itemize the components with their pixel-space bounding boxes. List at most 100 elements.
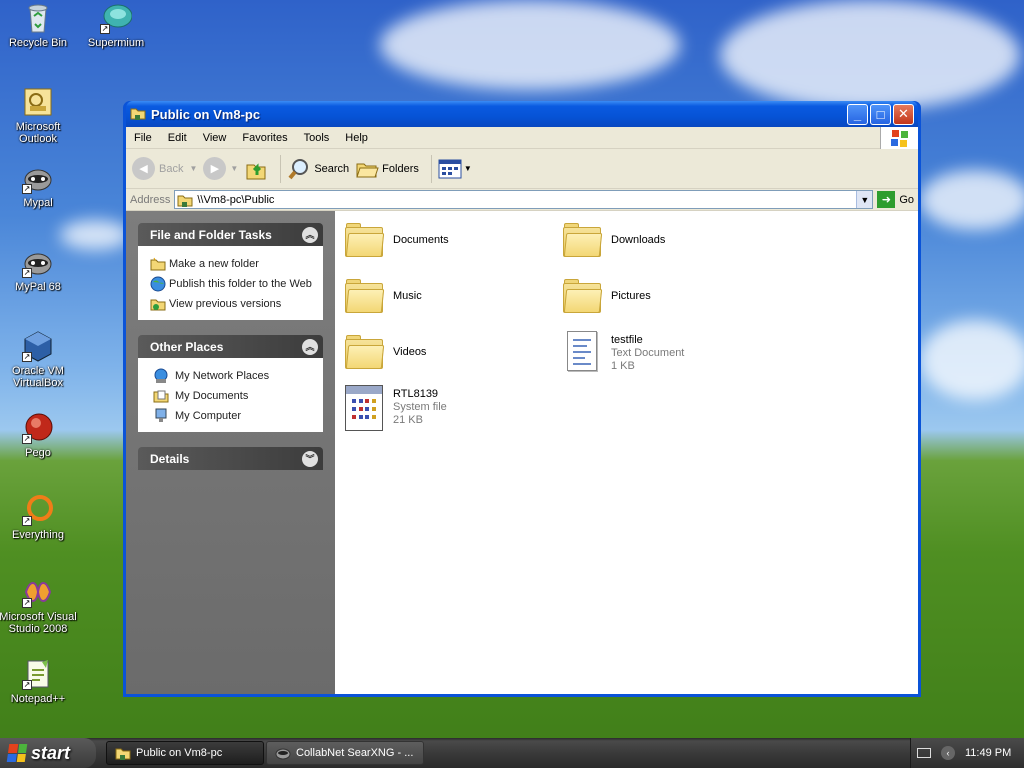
item-name: testfile xyxy=(611,334,643,346)
windows-logo-icon xyxy=(880,127,918,149)
other-places-header[interactable]: Other Places ︽ xyxy=(138,335,323,358)
back-arrow-icon: ◀ xyxy=(132,157,155,180)
task-view-previous-versions[interactable]: View previous versions xyxy=(150,294,313,314)
file-list: Documents Downloads Music Pictures Video… xyxy=(335,211,918,694)
folder-item-music[interactable]: Music xyxy=(345,279,422,315)
item-size: 21 KB xyxy=(393,414,423,426)
network-places-icon xyxy=(154,368,168,383)
start-button[interactable]: start xyxy=(0,738,96,768)
cloud xyxy=(380,0,680,90)
file-item-testfile[interactable]: testfile Text Document 1 KB xyxy=(563,331,684,373)
folder-icon xyxy=(345,335,385,371)
title-bar[interactable]: Public on Vm8-pc _ □ ✕ xyxy=(126,101,918,127)
mypal-68-icon: ↗ xyxy=(22,246,54,278)
up-folder-button[interactable] xyxy=(244,157,268,181)
taskbar-button-label: CollabNet SearXNG - ... xyxy=(296,747,414,759)
desktop-icon-everything[interactable]: ↗ Everything xyxy=(0,494,78,541)
folder-item-videos[interactable]: Videos xyxy=(345,335,426,371)
mypal-icon: ↗ xyxy=(22,162,54,194)
globe-icon xyxy=(150,276,166,292)
desktop-icon-notepad-plus-plus[interactable]: ↗ Notepad++ xyxy=(0,658,78,705)
window-title: Public on Vm8-pc xyxy=(151,106,261,122)
menu-tools[interactable]: Tools xyxy=(296,132,338,144)
item-name: Documents xyxy=(393,234,449,246)
show-hidden-icons-button[interactable]: ‹ xyxy=(941,746,955,760)
network-folder-icon xyxy=(177,195,193,207)
place-my-computer[interactable]: My Computer xyxy=(150,406,313,426)
maximize-button[interactable]: □ xyxy=(870,103,891,125)
go-label: Go xyxy=(899,193,914,206)
taskbar-button-collabnet[interactable]: CollabNet SearXNG - ... xyxy=(266,741,424,765)
clock[interactable]: 11:49 PM xyxy=(965,747,1011,759)
collapse-icon[interactable]: ︽ xyxy=(302,338,318,355)
taskbar-button-public[interactable]: Public on Vm8-pc xyxy=(106,741,264,765)
folder-item-downloads[interactable]: Downloads xyxy=(563,223,665,259)
details-panel: Details ︾ xyxy=(138,447,323,470)
desktop-icon-recycle-bin[interactable]: Recycle Bin xyxy=(0,2,78,49)
menu-help[interactable]: Help xyxy=(337,132,376,144)
desktop-icon-supermium[interactable]: ↗ Supermium xyxy=(76,2,156,49)
task-make-new-folder[interactable]: Make a new folder xyxy=(150,254,313,274)
menu-edit[interactable]: Edit xyxy=(160,132,195,144)
file-folder-tasks-header[interactable]: File and Folder Tasks ︽ xyxy=(138,223,323,246)
up-folder-icon xyxy=(246,162,266,179)
go-button[interactable]: ➜ Go xyxy=(877,191,914,208)
folders-button[interactable]: Folders xyxy=(355,157,419,181)
task-publish-to-web[interactable]: Publish this folder to the Web xyxy=(150,274,313,294)
my-documents-icon xyxy=(153,390,169,403)
item-name: Pictures xyxy=(611,290,651,302)
keyboard-icon[interactable] xyxy=(917,748,931,758)
menu-favorites[interactable]: Favorites xyxy=(234,132,295,144)
menu-bar: File Edit View Favorites Tools Help xyxy=(126,127,918,149)
place-my-network-places[interactable]: My Network Places xyxy=(150,366,313,386)
menu-view[interactable]: View xyxy=(195,132,235,144)
cloud xyxy=(920,170,1024,230)
minimize-button[interactable]: _ xyxy=(847,103,868,125)
desktop-icon-mypal[interactable]: ↗ Mypal xyxy=(0,162,78,209)
item-type: Text Document xyxy=(611,347,685,359)
close-button[interactable]: ✕ xyxy=(893,103,914,125)
desktop-icon-label: Mypal xyxy=(23,197,53,209)
forward-button[interactable]: ▶ ▼ xyxy=(203,157,238,180)
desktop-icon-visual-studio[interactable]: ↗ Microsoft Visual Studio 2008 xyxy=(0,576,78,635)
folder-icon xyxy=(345,223,385,259)
file-item-rtl8139[interactable]: RTL8139 System file 21 KB xyxy=(345,385,447,431)
recycle-bin-icon xyxy=(22,2,54,34)
panel-title: Other Places xyxy=(150,339,224,354)
desktop-icon-mypal-68[interactable]: ↗ MyPal 68 xyxy=(0,246,78,293)
search-icon xyxy=(288,158,309,179)
toolbar-separator xyxy=(430,154,432,183)
folder-item-pictures[interactable]: Pictures xyxy=(563,279,651,315)
folder-icon xyxy=(563,223,603,259)
search-button[interactable]: Search xyxy=(287,157,349,181)
folder-item-documents[interactable]: Documents xyxy=(345,223,449,259)
other-places-panel: Other Places ︽ My Network Places My Docu… xyxy=(138,335,323,432)
expand-icon[interactable]: ︾ xyxy=(302,450,318,467)
address-dropdown-button[interactable]: ▼ xyxy=(856,191,873,208)
chevron-down-icon: ▼ xyxy=(463,164,472,173)
virtualbox-icon: ↗ xyxy=(22,330,54,362)
place-my-documents[interactable]: My Documents xyxy=(150,386,313,406)
cloud xyxy=(720,0,1020,110)
desktop-icon-outlook[interactable]: Microsoft Outlook xyxy=(0,86,78,145)
cloud xyxy=(920,320,1024,400)
address-field[interactable]: \\Vm8-pc\Public ▼ xyxy=(174,190,874,209)
item-name: RTL8139 xyxy=(393,388,439,400)
desktop-icon-pego[interactable]: ↗ Pego xyxy=(0,412,78,459)
back-button[interactable]: ◀ Back ▼ xyxy=(132,157,197,180)
file-folder-tasks-body: Make a new folder Publish this folder to… xyxy=(138,246,323,320)
collapse-icon[interactable]: ︽ xyxy=(302,226,318,243)
task-label: Publish this folder to the Web xyxy=(169,278,312,290)
details-header[interactable]: Details ︾ xyxy=(138,447,323,470)
folder-icon xyxy=(563,279,603,315)
back-label: Back xyxy=(159,162,184,175)
desktop-icon-label: MyPal 68 xyxy=(15,281,61,293)
views-button[interactable]: ▼ xyxy=(438,158,472,180)
item-type: System file xyxy=(393,401,447,413)
desktop-icon-virtualbox[interactable]: ↗ Oracle VM VirtualBox xyxy=(0,330,78,389)
item-name: Music xyxy=(393,290,422,302)
address-bar: Address \\Vm8-pc\Public ▼ ➜ Go xyxy=(126,189,918,211)
desktop-icon-label: Microsoft Outlook xyxy=(15,121,61,145)
menu-file[interactable]: File xyxy=(126,132,160,144)
views-icon xyxy=(438,159,462,178)
